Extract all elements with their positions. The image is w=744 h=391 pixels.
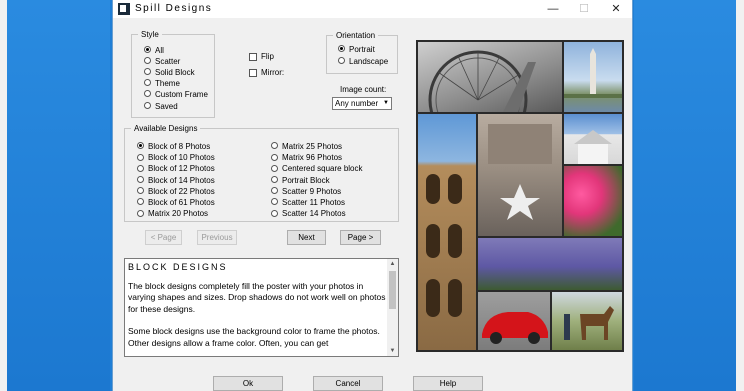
design-option[interactable]: Matrix 20 Photos: [137, 208, 208, 219]
design-option[interactable]: Block of 10 Photos: [137, 152, 215, 163]
orientation-landscape[interactable]: Landscape: [338, 56, 388, 67]
radio-icon: [338, 57, 345, 65]
chevron-down-icon: ▼: [383, 100, 389, 106]
radio-icon: [137, 209, 144, 217]
design-option[interactable]: Scatter 14 Photos: [271, 208, 346, 219]
desktop-background-left: [0, 0, 110, 391]
help-button[interactable]: Help: [413, 376, 483, 391]
description-paragraph: Some block designs use the background co…: [128, 326, 380, 348]
spill-designs-dialog: Spill Designs — ☐ ✕ Style All Scatter So…: [112, 0, 633, 391]
next-page-button[interactable]: Page >: [340, 230, 381, 245]
image-count-label: Image count:: [340, 85, 387, 94]
desktop-background-right: [634, 0, 744, 391]
design-option[interactable]: Matrix 96 Photos: [271, 152, 342, 163]
style-option-scatter[interactable]: Scatter: [144, 56, 180, 67]
radio-icon: [271, 209, 278, 217]
mirror-label: Mirror:: [261, 68, 285, 77]
radio-icon: [271, 187, 278, 195]
design-option[interactable]: Matrix 25 Photos: [271, 141, 342, 152]
design-option[interactable]: Portrait Block: [271, 175, 330, 186]
description-paragraph: The block designs completely fill the po…: [128, 280, 386, 314]
radio-icon: [137, 187, 144, 195]
design-option[interactable]: Scatter 11 Photos: [271, 197, 345, 208]
radio-icon: [144, 57, 151, 65]
design-option[interactable]: Block of 22 Photos: [137, 186, 215, 197]
radio-icon: [144, 46, 151, 54]
preview-photo: [418, 42, 562, 112]
ok-button[interactable]: Ok: [213, 376, 283, 391]
radio-icon: [144, 68, 151, 76]
description-scrollbar[interactable]: ▲ ▼: [387, 259, 398, 356]
design-option[interactable]: Scatter 9 Photos: [271, 186, 341, 197]
design-description-textbox[interactable]: BLOCK DESIGNS The block designs complete…: [124, 258, 399, 357]
cancel-button[interactable]: Cancel: [313, 376, 383, 391]
preview-photo: [564, 42, 622, 112]
design-preview: [416, 40, 624, 352]
preview-photo: [478, 114, 562, 236]
radio-icon: [271, 153, 278, 161]
radio-icon: [271, 175, 278, 183]
maximize-button[interactable]: ☐: [570, 1, 598, 17]
radio-icon: [271, 164, 278, 172]
design-option[interactable]: Centered square block: [271, 163, 363, 174]
preview-photo: [478, 238, 622, 290]
radio-icon: [144, 90, 151, 98]
radio-icon: [137, 198, 144, 206]
radio-icon: [137, 142, 144, 150]
scroll-thumb[interactable]: [389, 271, 396, 309]
design-option[interactable]: Block of 8 Photos: [137, 141, 210, 152]
radio-icon: [144, 102, 151, 110]
style-option-saved[interactable]: Saved: [144, 101, 178, 112]
radio-icon: [137, 153, 144, 161]
orientation-legend: Orientation: [336, 31, 376, 40]
preview-photo: [552, 292, 622, 350]
radio-icon: [271, 142, 278, 150]
window-title: Spill Designs: [135, 3, 213, 14]
style-option-all[interactable]: All: [144, 45, 164, 56]
preview-photo: [478, 292, 550, 350]
style-option-custom-frame[interactable]: Custom Frame: [144, 89, 208, 100]
close-button[interactable]: ✕: [602, 1, 630, 17]
flip-label: Flip: [261, 52, 274, 61]
mirror-checkbox[interactable]: [249, 69, 257, 77]
style-option-solid-block[interactable]: Solid Block: [144, 67, 195, 78]
minimize-button[interactable]: —: [539, 1, 567, 17]
radio-icon: [338, 45, 345, 53]
radio-icon: [137, 175, 144, 183]
style-option-theme[interactable]: Theme: [144, 78, 180, 89]
previous-button[interactable]: Previous: [197, 230, 237, 245]
orientation-portrait[interactable]: Portrait: [338, 44, 375, 55]
preview-photo: [564, 114, 622, 164]
design-option[interactable]: Block of 61 Photos: [137, 197, 215, 208]
radio-icon: [137, 164, 144, 172]
available-designs-legend: Available Designs: [134, 124, 198, 133]
preview-photo: [418, 114, 476, 350]
preview-photo: [564, 166, 622, 236]
style-legend: Style: [141, 30, 159, 39]
title-bar: Spill Designs — ☐ ✕: [113, 0, 632, 18]
app-icon: [118, 3, 130, 15]
radio-icon: [144, 79, 151, 87]
previous-page-button[interactable]: < Page: [145, 230, 182, 245]
design-option[interactable]: Block of 14 Photos: [137, 175, 215, 186]
design-option[interactable]: Block of 12 Photos: [137, 163, 215, 174]
next-button[interactable]: Next: [287, 230, 326, 245]
radio-icon: [271, 198, 278, 206]
scroll-up-icon[interactable]: ▲: [387, 259, 398, 269]
description-heading: BLOCK DESIGNS: [128, 262, 228, 272]
scroll-down-icon[interactable]: ▼: [387, 346, 398, 356]
image-count-select[interactable]: Any number ▼: [332, 97, 392, 110]
flip-checkbox[interactable]: [249, 53, 257, 61]
